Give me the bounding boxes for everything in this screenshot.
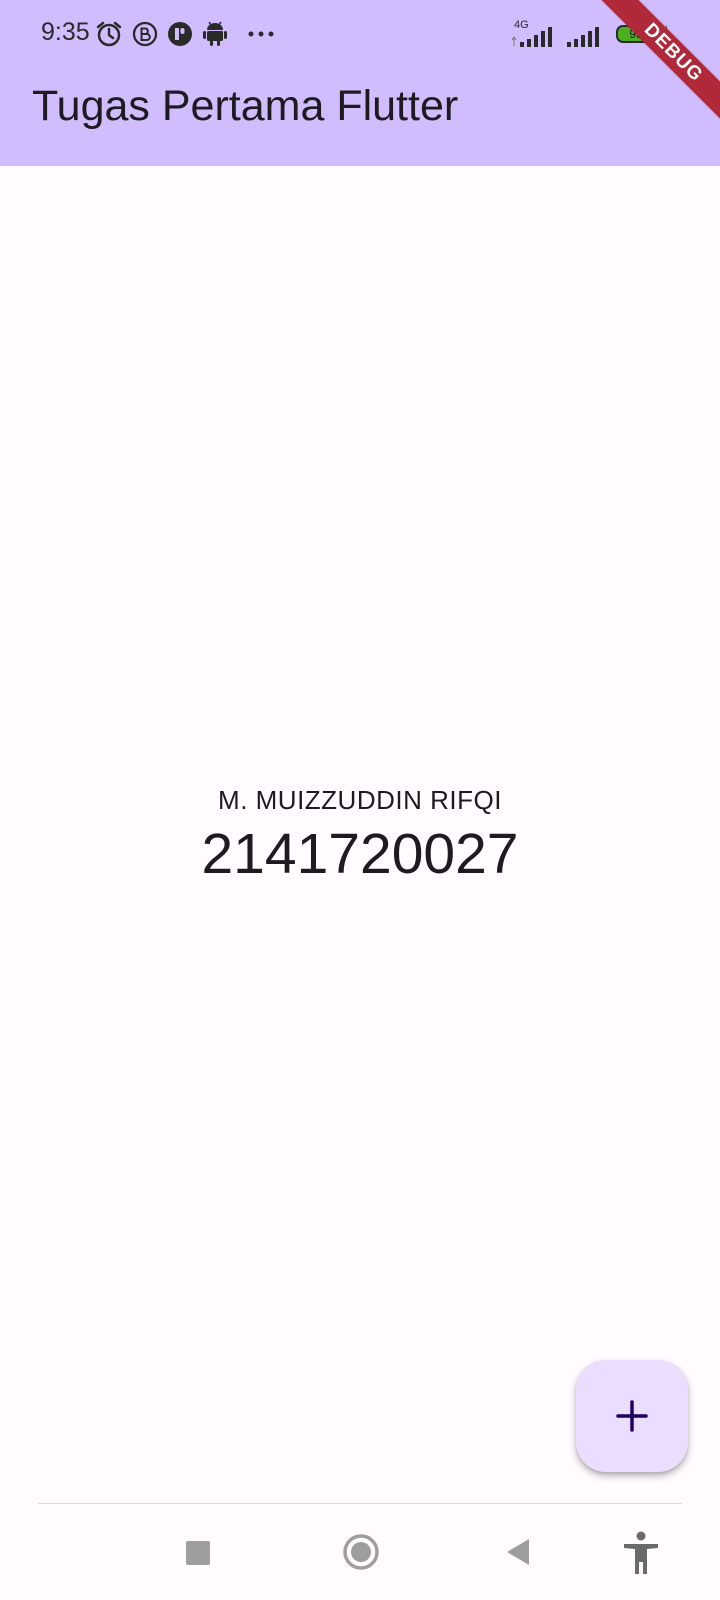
more-dots-icon (248, 31, 274, 37)
debug-banner: DEBUG (600, 0, 720, 120)
status-time: 9:35 (41, 18, 90, 46)
android-icon (203, 21, 227, 46)
student-name: M. MUIZZUDDIN RIFQI (218, 785, 502, 815)
recent-apps-square-icon[interactable] (185, 1540, 211, 1566)
debug-label: DEBUG (600, 0, 720, 120)
accessibility-icon[interactable] (622, 1531, 660, 1575)
signal-4g-icon (511, 27, 552, 47)
b-circle-icon (132, 21, 158, 47)
p-badge-icon (168, 22, 192, 46)
add-fab-button[interactable] (576, 1360, 688, 1472)
plus-icon (616, 1400, 648, 1432)
student-id: 2141720027 (201, 822, 519, 886)
center-content: M. MUIZZUDDIN RIFQI 2141720027 (0, 778, 720, 886)
alarm-icon (96, 21, 122, 47)
back-triangle-icon[interactable] (505, 1538, 531, 1566)
home-circle-icon[interactable] (342, 1533, 380, 1571)
page-title: Tugas Pertama Flutter (32, 82, 459, 130)
signal-icon (567, 27, 599, 47)
app-bar: 9:35 4G Tugas Pertama Flutter DEBUG (0, 0, 720, 166)
nav-divider (38, 1503, 682, 1504)
